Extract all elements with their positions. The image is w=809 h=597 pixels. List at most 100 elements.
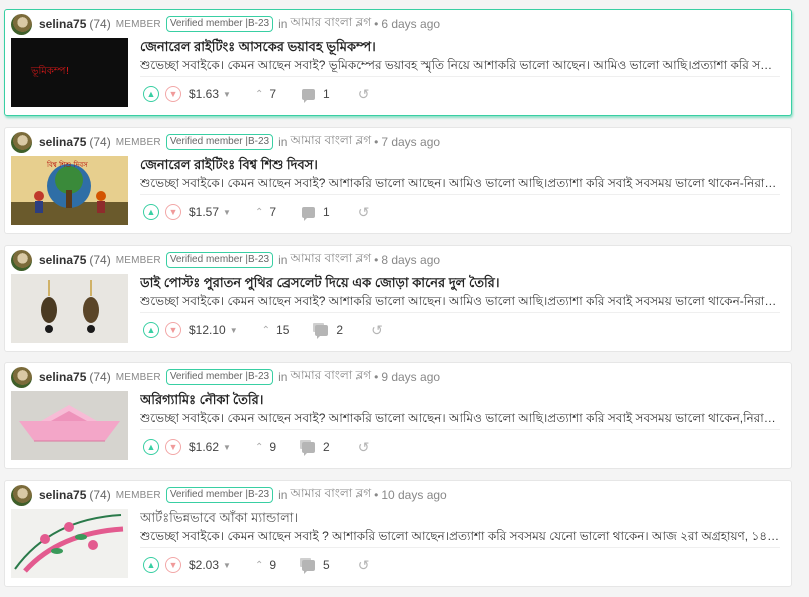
chevron-up-icon: ⌃ <box>254 88 264 100</box>
post-footer: ▲ ▼ $1.62 ▼ ⌃ 9 2 ↺ <box>143 437 369 457</box>
payout-dropdown[interactable]: $2.03 ▼ <box>189 558 231 572</box>
upvote-icon[interactable]: ▲ <box>143 322 159 338</box>
post-title[interactable]: অরিগ্যামিঃ নৌকা তৈরি। <box>140 391 780 412</box>
community-link[interactable]: আমার বাংলা ব্লগ <box>290 132 371 152</box>
post-time[interactable]: 7 days ago <box>381 135 440 149</box>
post-card[interactable]: selina75 (74) MEMBER Verified member |B-… <box>4 9 792 116</box>
post-footer: ▲ ▼ $1.63 ▼ ⌃ 7 1 ↺ <box>143 84 369 104</box>
author-reputation: (74) <box>89 370 111 384</box>
comment-count-value: 2 <box>323 440 330 454</box>
author-link[interactable]: selina75 <box>39 370 86 384</box>
reblog-icon[interactable]: ↺ <box>358 557 370 574</box>
avatar[interactable] <box>11 13 32 35</box>
comment-count[interactable]: 5 <box>302 558 330 574</box>
community-link[interactable]: আমার বাংলা ব্লগ <box>290 367 371 387</box>
payout-value: $2.03 <box>189 558 220 572</box>
chevron-up-icon: ⌃ <box>254 206 264 218</box>
post-time[interactable]: 10 days ago <box>381 488 446 502</box>
author-reputation: (74) <box>89 17 111 31</box>
meta-separator: • <box>374 17 379 31</box>
avatar[interactable] <box>11 366 32 388</box>
comment-count[interactable]: 2 <box>302 440 330 456</box>
author-link[interactable]: selina75 <box>39 17 86 31</box>
reblog-icon[interactable]: ↺ <box>371 322 383 339</box>
in-label: in <box>278 488 288 502</box>
divider <box>140 429 780 430</box>
post-meta: selina75 (74) MEMBER Verified member |B-… <box>11 248 440 272</box>
payout-dropdown[interactable]: $1.57 ▼ <box>189 205 231 219</box>
payout-dropdown[interactable]: $1.63 ▼ <box>189 87 231 101</box>
avatar[interactable] <box>11 484 32 506</box>
payout-dropdown[interactable]: $12.10 ▼ <box>189 323 238 337</box>
chevron-up-icon: ⌃ <box>254 441 264 453</box>
community-link[interactable]: আমার বাংলা ব্লগ <box>290 250 371 270</box>
post-thumbnail[interactable] <box>11 391 128 460</box>
comment-count[interactable]: 2 <box>315 323 343 339</box>
upvote-icon[interactable]: ▲ <box>143 557 159 573</box>
reblog-icon[interactable]: ↺ <box>358 204 370 221</box>
downvote-icon[interactable]: ▼ <box>165 322 181 338</box>
vote-count[interactable]: ⌃ 9 <box>255 440 276 454</box>
post-title[interactable]: জেনারেল রাইটিংঃ বিশ্ব শিশু দিবস। <box>140 156 780 177</box>
meta-separator: • <box>374 370 379 384</box>
downvote-icon[interactable]: ▼ <box>165 204 181 220</box>
vote-count[interactable]: ⌃ 7 <box>255 205 276 219</box>
downvote-icon[interactable]: ▼ <box>165 86 181 102</box>
post-thumbnail[interactable] <box>11 509 128 578</box>
post-summary[interactable]: শুভেচ্ছা সবাইকে। কেমন আছেন সবাই ? আশাকরি… <box>140 528 780 548</box>
comment-count-value: 5 <box>323 558 330 572</box>
caret-down-icon: ▼ <box>223 560 231 570</box>
avatar[interactable] <box>11 131 32 153</box>
post-meta: selina75 (74) MEMBER Verified member |B-… <box>11 130 440 154</box>
author-link[interactable]: selina75 <box>39 135 86 149</box>
post-card[interactable]: selina75 (74) MEMBER Verified member |B-… <box>4 245 792 352</box>
post-title[interactable]: আর্টঃভিন্নভাবে আঁকা ম্যান্ডালা। <box>140 509 780 530</box>
member-label: MEMBER <box>115 254 161 266</box>
vote-count[interactable]: ⌃ 9 <box>255 558 276 572</box>
post-card[interactable]: selina75 (74) MEMBER Verified member |B-… <box>4 362 792 469</box>
post-title[interactable]: ডাই পোস্টঃ পুরাতন পুথির ব্রেসলেট দিয়ে এ… <box>140 274 780 295</box>
divider <box>140 547 780 548</box>
upvote-icon[interactable]: ▲ <box>143 439 159 455</box>
post-time[interactable]: 8 days ago <box>381 253 440 267</box>
meta-separator: • <box>374 253 379 267</box>
post-time[interactable]: 9 days ago <box>381 370 440 384</box>
post-summary[interactable]: শুভেচ্ছা সবাইকে। কেমন আছেন সবাই? ভূমিকম্… <box>140 57 780 77</box>
downvote-icon[interactable]: ▼ <box>165 557 181 573</box>
author-link[interactable]: selina75 <box>39 253 86 267</box>
chevron-up-icon: ⌃ <box>254 559 264 571</box>
reblog-icon[interactable]: ↺ <box>358 439 370 456</box>
verified-badge: Verified member |B-23 <box>165 487 274 503</box>
payout-dropdown[interactable]: $1.62 ▼ <box>189 440 231 454</box>
reblog-icon[interactable]: ↺ <box>358 86 370 103</box>
post-thumbnail[interactable]: ভূমিকম্প! <box>11 38 128 107</box>
vote-count-value: 7 <box>269 205 277 219</box>
upvote-icon[interactable]: ▲ <box>143 86 159 102</box>
post-card[interactable]: selina75 (74) MEMBER Verified member |B-… <box>4 480 792 587</box>
comment-count[interactable]: 1 <box>302 205 330 221</box>
divider <box>140 76 780 77</box>
post-time[interactable]: 6 days ago <box>381 17 440 31</box>
community-link[interactable]: আমার বাংলা ব্লগ <box>290 485 371 505</box>
avatar[interactable] <box>11 249 32 271</box>
post-title[interactable]: জেনারেল রাইটিংঃ আসকের ভয়াবহ ভূমিকম্প। <box>140 38 780 59</box>
post-thumbnail[interactable] <box>11 274 128 343</box>
post-summary[interactable]: শুভেচ্ছা সবাইকে। কেমন আছেন সবাই? আশাকরি … <box>140 175 780 195</box>
vote-count[interactable]: ⌃ 7 <box>255 87 276 101</box>
vote-count[interactable]: ⌃ 15 <box>262 323 290 337</box>
upvote-icon[interactable]: ▲ <box>143 204 159 220</box>
caret-down-icon: ▼ <box>223 89 231 99</box>
comment-count[interactable]: 1 <box>302 87 330 103</box>
post-card[interactable]: selina75 (74) MEMBER Verified member |B-… <box>4 127 792 234</box>
post-thumbnail[interactable]: বিশ্ব শিশু দিবস <box>11 156 128 225</box>
post-summary[interactable]: শুভেচ্ছা সবাইকে। কেমন আছেন সবাই? আশাকরি … <box>140 410 780 430</box>
post-footer: ▲ ▼ $2.03 ▼ ⌃ 9 5 ↺ <box>143 555 369 575</box>
thumbnail-caption: ভূমিকম্প! <box>30 65 69 77</box>
community-link[interactable]: আমার বাংলা ব্লগ <box>290 14 371 34</box>
downvote-icon[interactable]: ▼ <box>165 439 181 455</box>
author-link[interactable]: selina75 <box>39 488 86 502</box>
post-summary[interactable]: শুভেচ্ছা সবাইকে। কেমন আছেন সবাই? আশাকরি … <box>140 293 780 313</box>
post-meta: selina75 (74) MEMBER Verified member |B-… <box>11 365 440 389</box>
vote-count-value: 7 <box>269 87 277 101</box>
verified-badge: Verified member |B-23 <box>165 134 274 150</box>
